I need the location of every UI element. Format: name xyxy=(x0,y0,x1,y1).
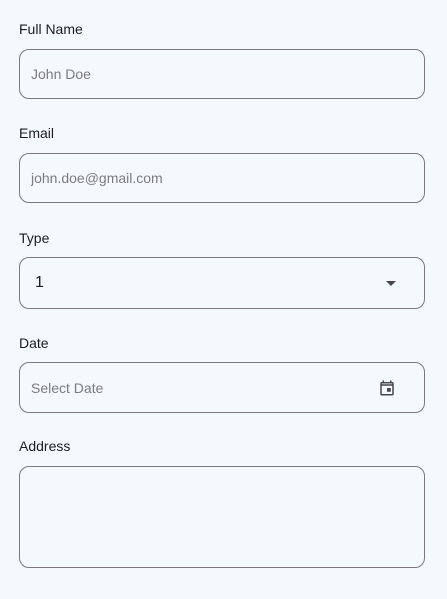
calendar-icon[interactable] xyxy=(378,379,396,397)
date-label: Date xyxy=(19,335,49,351)
address-label: Address xyxy=(19,438,71,454)
date-field-container xyxy=(19,362,425,413)
address-textarea[interactable] xyxy=(20,467,424,567)
dropdown-arrow-icon xyxy=(386,281,396,286)
email-input[interactable] xyxy=(20,154,424,202)
full-name-label: Full Name xyxy=(19,21,83,37)
date-input[interactable] xyxy=(20,363,424,412)
email-label: Email xyxy=(19,125,55,141)
full-name-field-container xyxy=(19,49,425,99)
address-field-container xyxy=(19,466,425,568)
type-select[interactable]: 1 xyxy=(19,257,425,309)
type-label: Type xyxy=(19,230,50,246)
email-field-container xyxy=(19,153,425,203)
full-name-input[interactable] xyxy=(20,50,424,98)
type-selected-value: 1 xyxy=(35,274,44,291)
